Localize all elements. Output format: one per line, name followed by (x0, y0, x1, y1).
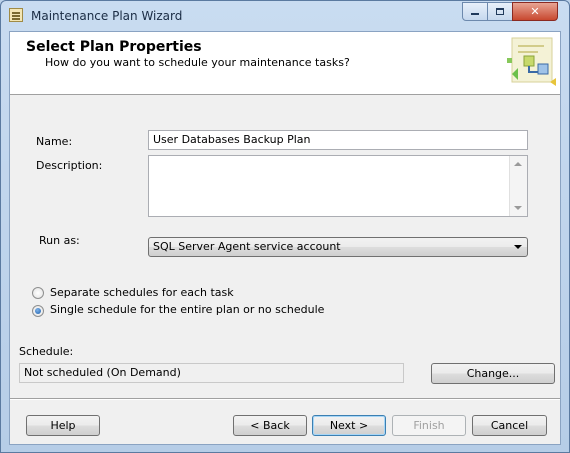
single-schedule-label[interactable]: Single schedule for the entire plan or n… (50, 303, 324, 316)
cancel-button[interactable]: Cancel (472, 415, 547, 436)
next-button[interactable]: Next > (312, 415, 386, 436)
description-label: Description: (36, 159, 103, 172)
app-icon[interactable] (9, 8, 23, 22)
page-subtitle: How do you want to schedule your mainten… (45, 56, 350, 69)
footer-divider (10, 398, 560, 400)
single-schedule-radio[interactable] (32, 305, 44, 317)
run-as-label: Run as: (39, 234, 80, 247)
minimize-button[interactable] (462, 2, 488, 21)
scroll-down-icon[interactable] (514, 206, 522, 210)
separate-schedules-label[interactable]: Separate schedules for each task (50, 286, 234, 299)
minimize-icon (471, 13, 479, 15)
description-field[interactable] (148, 155, 528, 217)
close-button[interactable]: ✕ (512, 2, 558, 21)
window-title: Maintenance Plan Wizard (31, 9, 183, 23)
maximize-button[interactable] (487, 2, 513, 21)
close-icon: ✕ (530, 5, 540, 18)
run-as-value: SQL Server Agent service account (153, 240, 341, 253)
page-title: Select Plan Properties (26, 39, 202, 55)
change-schedule-button[interactable]: Change... (431, 363, 555, 384)
wizard-header: Select Plan Properties How do you want t… (10, 32, 560, 95)
back-button[interactable]: < Back (233, 415, 307, 436)
wizard-graphic-icon (507, 37, 556, 86)
description-scrollbar[interactable] (509, 156, 527, 216)
maximize-icon (496, 8, 504, 15)
run-as-select[interactable]: SQL Server Agent service account (148, 237, 528, 257)
schedule-field: Not scheduled (On Demand) (19, 363, 404, 383)
wizard-window: Maintenance Plan Wizard ✕ Select Plan Pr… (0, 0, 570, 453)
name-field[interactable]: User Databases Backup Plan (148, 130, 528, 150)
finish-button: Finish (392, 415, 466, 436)
name-label: Name: (36, 135, 73, 148)
title-bar[interactable]: Maintenance Plan Wizard ✕ (1, 1, 569, 31)
wizard-body: Select Plan Properties How do you want t… (9, 31, 561, 445)
scroll-up-icon[interactable] (514, 162, 522, 166)
schedule-label: Schedule: (19, 345, 74, 358)
help-button[interactable]: Help (26, 415, 100, 436)
separate-schedules-radio[interactable] (32, 287, 44, 299)
chevron-down-icon (514, 245, 522, 249)
